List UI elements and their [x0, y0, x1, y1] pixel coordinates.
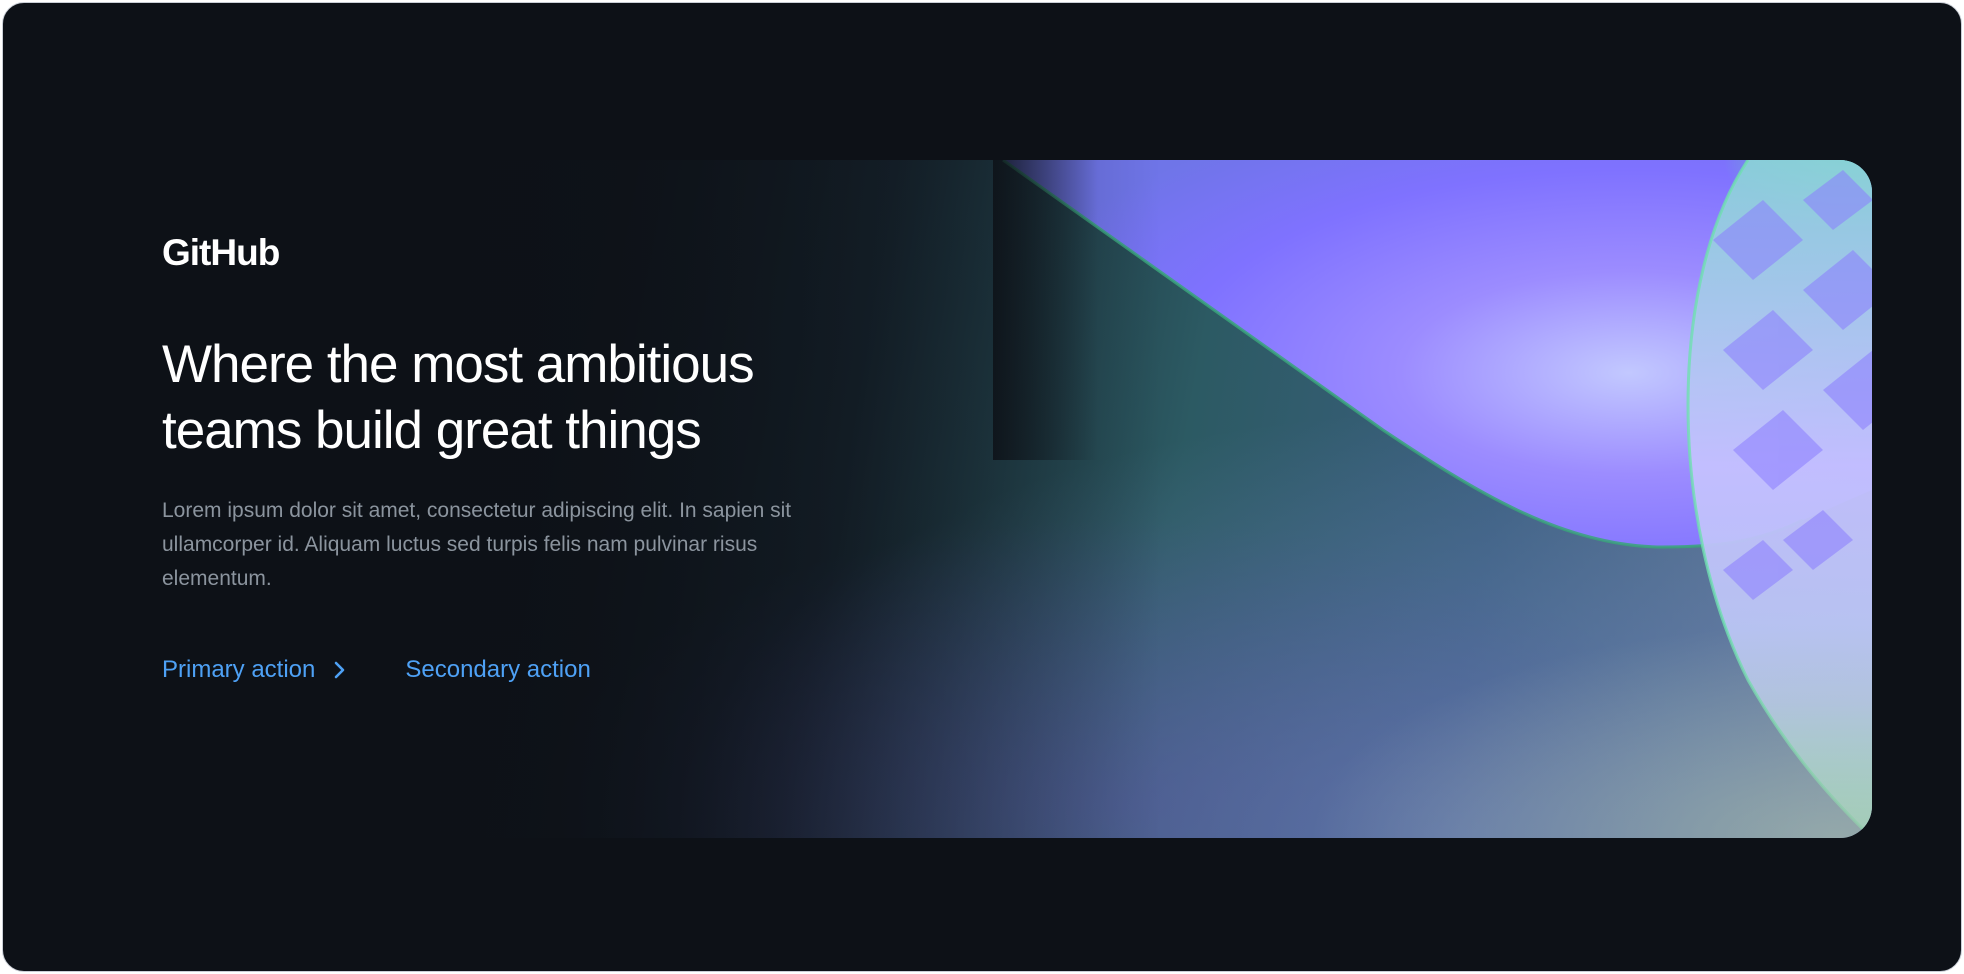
secondary-action-label: Secondary action	[405, 656, 591, 683]
hero-actions: Primary action Secondary action	[162, 656, 902, 684]
hero-description: Lorem ipsum dolor sit amet, consectetur …	[162, 499, 792, 590]
hero-content: GitHub Where the most ambitious teams bu…	[162, 231, 902, 684]
primary-action-link[interactable]: Primary action	[162, 656, 347, 684]
secondary-action-link[interactable]: Secondary action	[405, 656, 590, 684]
hero-headline: Where the most ambitious teams build gre…	[162, 335, 755, 460]
page-frame: GitHub Where the most ambitious teams bu…	[2, 2, 1962, 972]
primary-action-label: Primary action	[162, 656, 316, 683]
github-logo[interactable]: GitHub	[162, 231, 902, 275]
chevron-right-icon	[335, 661, 345, 679]
